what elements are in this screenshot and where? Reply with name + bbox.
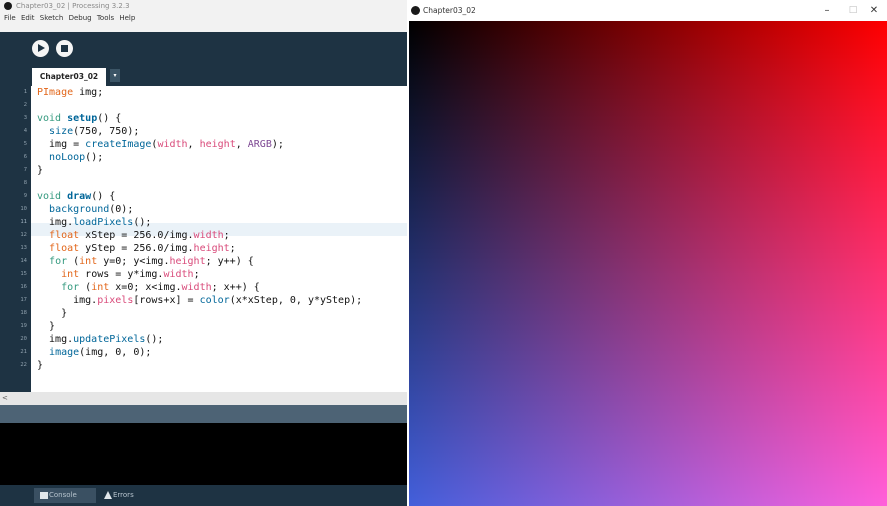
- line-number: 3: [23, 115, 27, 121]
- line-number: 17: [20, 297, 27, 303]
- processing-logo-icon: [4, 2, 12, 10]
- tab-errors[interactable]: Errors: [98, 488, 158, 503]
- sketch-title-bar[interactable]: Chapter03_02 – □ ✕: [407, 0, 887, 21]
- ide-menu-bar: File Edit Sketch Debug Tools Help: [0, 12, 407, 32]
- code-line-11[interactable]: img.loadPixels();: [37, 216, 151, 229]
- line-number: 2: [23, 102, 27, 108]
- code-line-7[interactable]: }: [37, 164, 43, 177]
- code-line-21[interactable]: image(img, 0, 0);: [37, 346, 151, 359]
- tab-errors-label: Errors: [113, 491, 134, 499]
- code-line-10[interactable]: background(0);: [37, 203, 133, 216]
- processing-ide-window: Chapter03_02 | Processing 3.2.3 File Edi…: [0, 0, 407, 506]
- sketch-canvas-gradient[interactable]: [409, 21, 887, 506]
- sketch-window-title: Chapter03_02: [423, 6, 476, 15]
- sketch-output-window: Chapter03_02 – □ ✕: [407, 0, 887, 506]
- line-number: 8: [23, 180, 27, 186]
- console-output[interactable]: [0, 423, 407, 485]
- line-number-gutter: 1 2 3 4 5 6 7 8 9 10 11 12 13 14 15 16 1…: [0, 86, 31, 392]
- line-number: 5: [23, 141, 27, 147]
- line-number: 7: [23, 167, 27, 173]
- horizontal-scrollbar[interactable]: <: [0, 392, 407, 405]
- code-line-18[interactable]: }: [37, 307, 67, 320]
- menu-tools[interactable]: Tools: [97, 14, 114, 22]
- code-line-13[interactable]: float yStep = 256.0/img.height;: [37, 242, 236, 255]
- line-number: 13: [20, 245, 27, 251]
- code-line-12[interactable]: float xStep = 256.0/img.width;: [37, 229, 230, 242]
- tab-chapter03-02[interactable]: Chapter03_02: [32, 68, 106, 86]
- status-bar: [0, 405, 407, 423]
- menu-debug[interactable]: Debug: [69, 14, 92, 22]
- line-number: 18: [20, 310, 27, 316]
- line-number: 4: [23, 128, 27, 134]
- editor-tab-strip: Chapter03_02 ▾: [0, 64, 407, 86]
- run-button[interactable]: [32, 40, 49, 57]
- code-line-6[interactable]: noLoop();: [37, 151, 103, 164]
- bottom-tab-bar: Console Errors: [0, 485, 407, 506]
- line-number: 11: [20, 219, 27, 225]
- menu-file[interactable]: File: [4, 14, 16, 22]
- line-number: 9: [23, 193, 27, 199]
- stop-button[interactable]: [56, 40, 73, 57]
- line-number: 16: [20, 284, 27, 290]
- scroll-left-arrow-icon[interactable]: <: [2, 392, 8, 405]
- console-icon: [40, 492, 48, 499]
- tab-console[interactable]: Console: [34, 488, 96, 503]
- processing-logo-icon: [411, 6, 420, 15]
- line-number: 1: [23, 89, 27, 95]
- code-line-1[interactable]: PImage img;: [37, 86, 103, 99]
- minimize-button[interactable]: –: [817, 0, 837, 21]
- menu-edit[interactable]: Edit: [21, 14, 35, 22]
- code-line-4[interactable]: size(750, 750);: [37, 125, 139, 138]
- tab-menu-dropdown-icon[interactable]: ▾: [110, 69, 120, 82]
- code-line-19[interactable]: }: [37, 320, 55, 333]
- line-number: 12: [20, 232, 27, 238]
- menu-sketch[interactable]: Sketch: [40, 14, 64, 22]
- code-line-9[interactable]: void draw() {: [37, 190, 115, 203]
- code-line-16[interactable]: for (int x=0; x<img.width; x++) {: [37, 281, 260, 294]
- line-number: 20: [20, 336, 27, 342]
- code-line-3[interactable]: void setup() {: [37, 112, 121, 125]
- line-number: 10: [20, 206, 27, 212]
- code-line-5[interactable]: img = createImage(width, height, ARGB);: [37, 138, 284, 151]
- code-line-14[interactable]: for (int y=0; y<img.height; y++) {: [37, 255, 254, 268]
- line-number: 14: [20, 258, 27, 264]
- menu-help[interactable]: Help: [119, 14, 135, 22]
- code-line-22[interactable]: }: [37, 359, 43, 372]
- code-line-20[interactable]: img.updatePixels();: [37, 333, 163, 346]
- tab-console-label: Console: [49, 491, 77, 499]
- warning-icon: [104, 491, 112, 499]
- ide-window-title: Chapter03_02 | Processing 3.2.3: [16, 2, 130, 10]
- line-number: 15: [20, 271, 27, 277]
- code-editor[interactable]: 1 2 3 4 5 6 7 8 9 10 11 12 13 14 15 16 1…: [0, 86, 407, 392]
- ide-toolbar: [0, 32, 407, 64]
- code-line-17[interactable]: img.pixels[rows+x] = color(x*xStep, 0, y…: [37, 294, 362, 307]
- close-button[interactable]: ✕: [864, 0, 884, 21]
- line-number: 6: [23, 154, 27, 160]
- line-number: 22: [20, 362, 27, 368]
- ide-title-bar: Chapter03_02 | Processing 3.2.3: [0, 0, 407, 12]
- maximize-button[interactable]: □: [843, 0, 863, 21]
- line-number: 19: [20, 323, 27, 329]
- code-line-15[interactable]: int rows = y*img.width;: [37, 268, 200, 281]
- line-number: 21: [20, 349, 27, 355]
